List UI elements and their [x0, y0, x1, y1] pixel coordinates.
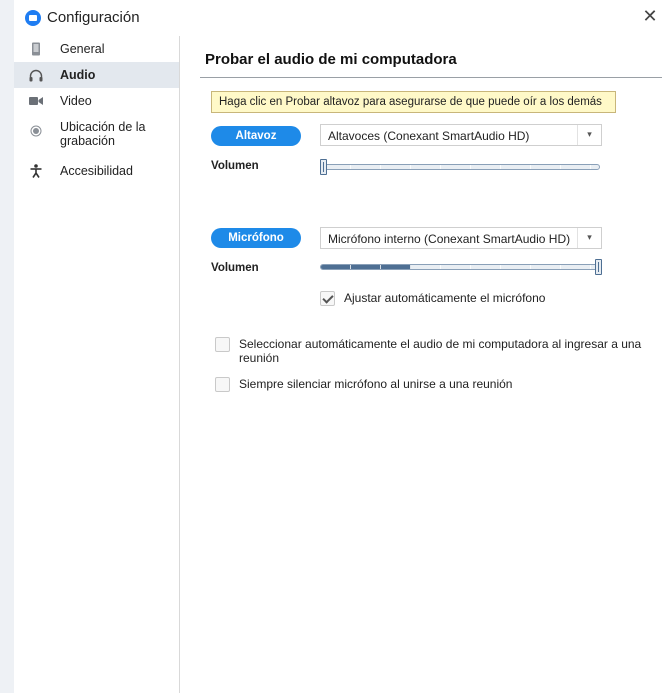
microphone-volume-label: Volumen: [211, 262, 259, 274]
slider-track: [320, 264, 602, 270]
sidebar-item-accessibility[interactable]: Accesibilidad: [14, 158, 179, 184]
auto-adjust-mic-option[interactable]: Ajustar automáticamente el micrófono: [320, 291, 545, 306]
sidebar-item-label: Accesibilidad: [60, 164, 133, 178]
speaker-device-select[interactable]: Altavoces (Conexant SmartAudio HD) ▾: [320, 124, 602, 146]
slider-thumb[interactable]: [595, 259, 602, 275]
phone-icon: [26, 42, 46, 56]
test-microphone-button[interactable]: Micrófono: [211, 228, 301, 248]
sidebar: General Audio Video Ubicación de la grab…: [14, 36, 180, 693]
zoom-logo-icon: [25, 10, 41, 26]
slider-track: [320, 164, 600, 170]
auto-select-audio-checkbox[interactable]: [215, 337, 230, 352]
microphone-volume-slider[interactable]: [320, 259, 602, 275]
chevron-down-icon: ▾: [577, 125, 601, 145]
sidebar-item-audio[interactable]: Audio: [14, 62, 179, 88]
mute-on-join-option[interactable]: Siempre silenciar micrófono al unirse a …: [215, 377, 512, 392]
mute-on-join-checkbox[interactable]: [215, 377, 230, 392]
video-camera-icon: [26, 94, 46, 108]
test-speaker-button[interactable]: Altavoz: [211, 126, 301, 146]
sidebar-item-recording[interactable]: Ubicación de la grabación: [14, 114, 179, 158]
slider-ticks: [321, 265, 601, 269]
section-divider: [200, 77, 662, 78]
sidebar-item-label: Video: [60, 94, 92, 108]
title-bar: Configuración ✕: [14, 0, 662, 36]
chevron-down-icon: ▾: [577, 228, 601, 248]
microphone-device-select[interactable]: Micrófono interno (Conexant SmartAudio H…: [320, 227, 602, 249]
audio-settings-panel: Probar el audio de mi computadora Haga c…: [180, 36, 662, 693]
close-button[interactable]: ✕: [640, 6, 660, 27]
headphones-icon: [26, 68, 46, 82]
auto-select-audio-label: Seleccionar automáticamente el audio de …: [239, 337, 642, 365]
record-icon: [26, 124, 46, 138]
slider-ticks: [321, 165, 599, 169]
speaker-device-value: Altavoces (Conexant SmartAudio HD): [328, 129, 530, 143]
microphone-device-value: Micrófono interno (Conexant SmartAudio H…: [328, 232, 571, 246]
speaker-test-tooltip: Haga clic en Probar altavoz para asegura…: [211, 91, 616, 113]
section-title: Probar el audio de mi computadora: [205, 51, 457, 68]
accessibility-icon: [26, 164, 46, 178]
sidebar-item-label: Audio: [60, 68, 96, 82]
auto-adjust-mic-checkbox[interactable]: [320, 291, 335, 306]
speaker-volume-label: Volumen: [211, 160, 259, 172]
sidebar-item-general[interactable]: General: [14, 36, 179, 62]
sidebar-item-label: General: [60, 42, 105, 56]
auto-select-audio-option[interactable]: Seleccionar automáticamente el audio de …: [215, 337, 655, 365]
auto-adjust-mic-label: Ajustar automáticamente el micrófono: [344, 291, 546, 305]
left-window-edge: [0, 0, 14, 693]
slider-thumb[interactable]: [320, 159, 327, 175]
mute-on-join-label: Siempre silenciar micrófono al unirse a …: [239, 377, 513, 391]
sidebar-item-label: Ubicación de la grabación: [60, 120, 146, 148]
window-title: Configuración: [47, 9, 140, 26]
sidebar-item-video[interactable]: Video: [14, 88, 179, 114]
speaker-volume-slider[interactable]: [320, 159, 600, 175]
